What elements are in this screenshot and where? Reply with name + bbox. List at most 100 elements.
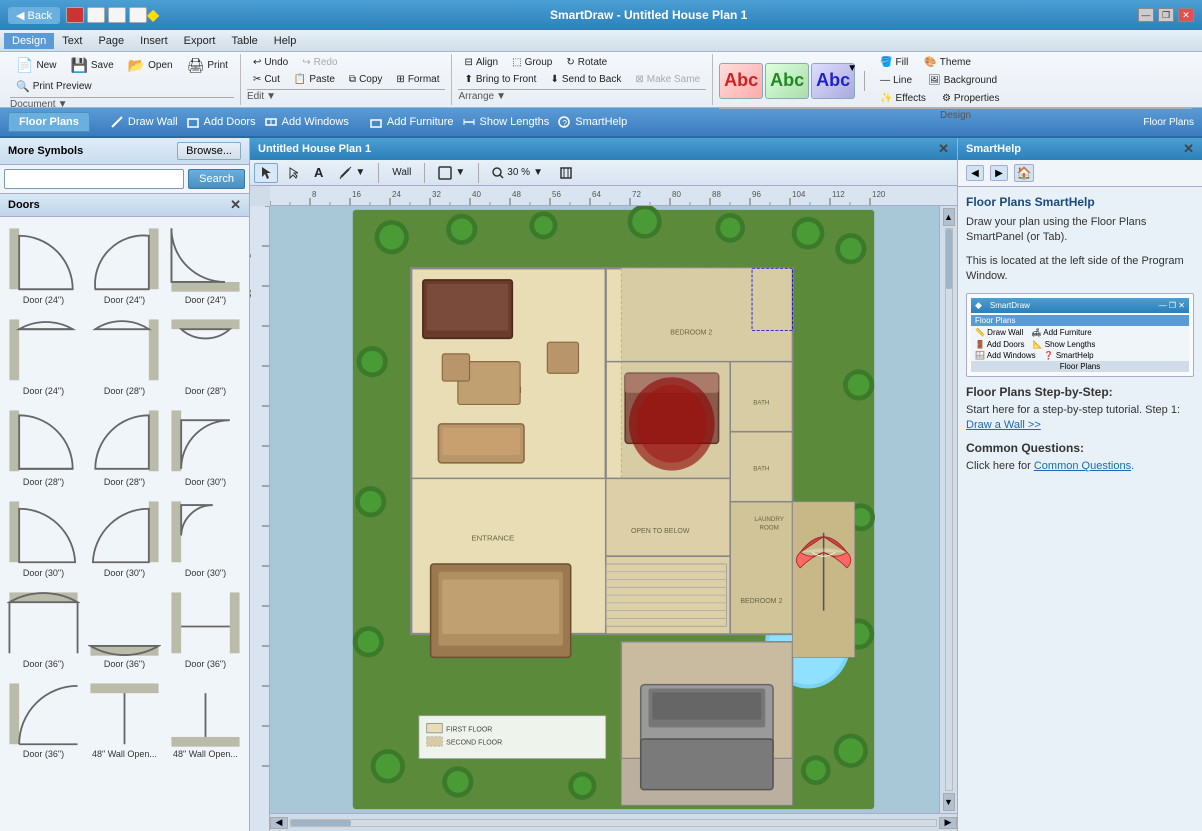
scroll-left-button[interactable]: ◀ — [270, 817, 288, 829]
scroll-track[interactable] — [290, 819, 937, 827]
door-item[interactable]: Door (28") — [166, 312, 245, 401]
search-bar: Search — [0, 165, 249, 194]
scroll-vtrack[interactable] — [945, 228, 953, 791]
new-button[interactable]: 📄 New — [10, 54, 62, 77]
floor-plan-canvas[interactable]: LIVING ROOM ENTRANCE FAMILY ROOM BEDROOM… — [270, 206, 957, 813]
horizontal-scrollbar[interactable]: ◀ ▶ — [270, 813, 957, 831]
door-item[interactable]: Door (24") — [85, 221, 164, 310]
door-item[interactable]: Door (28") — [4, 403, 83, 492]
wall-tool[interactable]: Wall — [386, 164, 417, 181]
door-item[interactable]: Door (28") — [85, 403, 164, 492]
design-section-label: Design — [719, 108, 1192, 121]
menu-insert[interactable]: Insert — [132, 33, 176, 49]
scroll-vthumb[interactable] — [946, 229, 952, 289]
maximize-button[interactable]: ❐ — [1158, 8, 1174, 22]
scroll-thumb[interactable] — [291, 820, 351, 826]
window-controls[interactable]: — ❐ ✕ — [1138, 8, 1194, 22]
canvas-wrapper[interactable]: 8 16 24 32 40 48 56 64 72 80 88 96 104 1… — [250, 186, 957, 831]
text-tool[interactable]: A — [308, 162, 329, 183]
scroll-up-button[interactable]: ▲ — [943, 208, 955, 226]
door-item[interactable]: Door (30") — [4, 494, 83, 583]
smarthelp-forward-button[interactable]: ▶ — [990, 165, 1008, 181]
door-item[interactable]: Door (24") — [4, 312, 83, 401]
smarthelp-close-button[interactable]: ✕ — [1183, 141, 1194, 157]
door-item[interactable]: Door (24") — [166, 221, 245, 310]
menu-help[interactable]: Help — [266, 33, 305, 49]
smarthelp-nav: ◀ ▶ 🏠 — [958, 160, 1202, 187]
copy-icon: ⧉ — [349, 74, 356, 85]
door-item[interactable]: 48" Wall Open... — [166, 676, 245, 765]
save-button[interactable]: 💾 Save — [64, 54, 119, 77]
print-preview-button[interactable]: 🔍 Print Preview — [10, 77, 98, 96]
add-windows-button[interactable]: Add Windows — [264, 115, 349, 129]
format-button[interactable]: ⊞ Format — [390, 71, 445, 88]
door-item[interactable]: Door (30") — [85, 494, 164, 583]
smarthelp-questions-link[interactable]: Common Questions — [1034, 460, 1131, 472]
add-doors-button[interactable]: Add Doors — [186, 115, 256, 129]
zoom-control[interactable]: 30 % ▼ — [486, 164, 549, 182]
make-same-button[interactable]: ⊠ Make Same — [629, 71, 706, 88]
fill-button[interactable]: 🪣 Fill — [874, 54, 914, 71]
open-button[interactable]: 📂 Open — [122, 54, 179, 77]
abc-button-green[interactable]: Abc — [765, 63, 809, 99]
close-button[interactable]: ✕ — [1178, 8, 1194, 22]
pencil-tool[interactable]: ▼ — [333, 163, 371, 182]
scroll-down-button[interactable]: ▼ — [943, 793, 955, 811]
copy-button[interactable]: ⧉ Copy — [343, 71, 389, 88]
minimize-button[interactable]: — — [1138, 8, 1154, 22]
canvas-close-button[interactable]: ✕ — [938, 141, 949, 157]
smarthelp-button[interactable]: ? SmartHelp — [557, 115, 627, 129]
fit-page-button[interactable] — [553, 163, 579, 183]
door-item[interactable]: Door (36") — [166, 585, 245, 674]
select-tool[interactable] — [254, 163, 278, 183]
shape-tool[interactable]: ▼ — [432, 163, 471, 183]
print-button[interactable]: 🖨 Print — [181, 54, 234, 77]
search-button[interactable]: Search — [188, 169, 245, 189]
vertical-scrollbar[interactable]: ▲ ▼ — [939, 206, 957, 813]
smarthelp-step-link[interactable]: Draw a Wall >> — [966, 419, 1041, 431]
send-to-back-button[interactable]: ⬇ Send to Back — [544, 71, 627, 88]
redo-button[interactable]: ↪ Redo — [296, 54, 343, 71]
rotate-button[interactable]: ↻ Rotate — [560, 54, 613, 71]
door-item[interactable]: Door (24") — [4, 221, 83, 310]
floor-plans-tab-button[interactable]: Floor Plans — [8, 112, 90, 132]
theme-button[interactable]: 🎨 Theme — [918, 54, 977, 71]
door-item[interactable]: Door (36") — [4, 585, 83, 674]
paste-button[interactable]: 📋 Paste — [288, 71, 341, 88]
smarthelp-back-button[interactable]: ◀ — [966, 165, 984, 181]
svg-text:BATH: BATH — [753, 399, 769, 406]
group-button[interactable]: ⬚ Group — [506, 54, 558, 71]
menu-export[interactable]: Export — [176, 33, 224, 49]
effects-button[interactable]: ✨ Effects — [874, 90, 932, 107]
menu-page[interactable]: Page — [90, 33, 132, 49]
cut-button[interactable]: ✂ Cut — [247, 71, 286, 88]
scroll-right-button[interactable]: ▶ — [939, 817, 957, 829]
background-button[interactable]: 🖼 Background — [922, 72, 1003, 89]
toolbar-icons — [66, 7, 147, 23]
smarthelp-home-button[interactable]: 🏠 — [1014, 164, 1034, 182]
door-item[interactable]: Door (30") — [166, 494, 245, 583]
draw-wall-button[interactable]: Draw Wall — [110, 115, 178, 129]
bring-to-front-button[interactable]: ⬆ Bring to Front — [458, 71, 542, 88]
browse-button[interactable]: Browse... — [177, 142, 241, 160]
back-button[interactable]: ◀ Back — [8, 7, 60, 24]
show-lengths-button[interactable]: Show Lengths — [462, 115, 550, 129]
properties-button[interactable]: ⚙ Properties — [936, 90, 1006, 107]
doors-close-button[interactable]: ✕ — [230, 197, 241, 213]
line-button[interactable]: — Line — [874, 72, 918, 89]
menu-text[interactable]: Text — [54, 33, 90, 49]
undo-button[interactable]: ↩ Undo — [247, 54, 294, 71]
door-item[interactable]: Door (36") — [4, 676, 83, 765]
door-item[interactable]: 48" Wall Open... — [85, 676, 164, 765]
door-item[interactable]: Door (36") — [85, 585, 164, 674]
menu-table[interactable]: Table — [223, 33, 265, 49]
align-button[interactable]: ⊟ Align — [458, 54, 504, 71]
smarthelp-step-text: Start here for a step-by-step tutorial. … — [966, 403, 1194, 434]
door-item[interactable]: Door (28") — [85, 312, 164, 401]
abc-button-red[interactable]: Abc — [719, 63, 763, 99]
menu-design[interactable]: Design — [4, 33, 54, 49]
add-furniture-button[interactable]: Add Furniture — [369, 115, 454, 129]
search-input[interactable] — [4, 169, 184, 189]
cursor-tool[interactable] — [282, 163, 304, 183]
door-item[interactable]: Door (30") — [166, 403, 245, 492]
